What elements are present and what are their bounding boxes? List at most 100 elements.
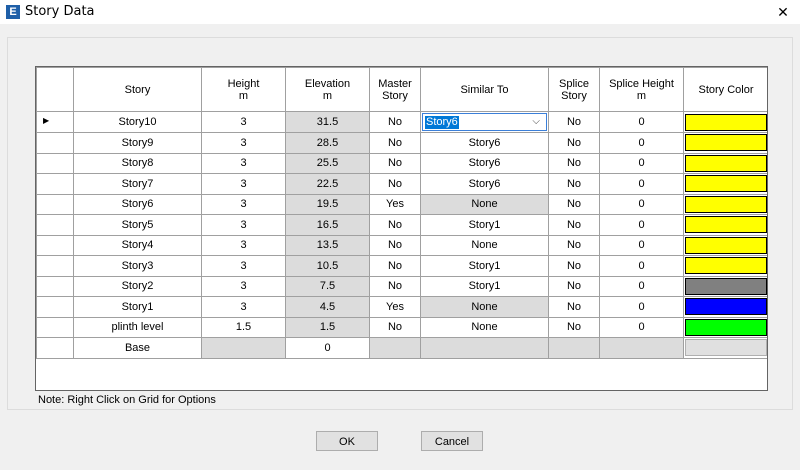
cell-similar[interactable]: None bbox=[420, 234, 549, 256]
cell-story-color[interactable] bbox=[683, 132, 767, 154]
cell-splice-height[interactable] bbox=[599, 337, 684, 359]
cell-splice[interactable]: No bbox=[548, 296, 600, 318]
cell-elevation[interactable]: 31.5 bbox=[285, 111, 370, 133]
cell-splice-height[interactable]: 0 bbox=[599, 316, 684, 338]
cell-similar[interactable]: Story1 bbox=[420, 214, 549, 236]
row-selector[interactable] bbox=[36, 173, 74, 195]
cell-story-color[interactable] bbox=[683, 193, 767, 215]
cell-splice-height[interactable]: 0 bbox=[599, 111, 684, 133]
cell-master[interactable]: No bbox=[369, 234, 421, 256]
color-swatch[interactable] bbox=[685, 298, 767, 316]
table-row[interactable]: plinth level 1.5 1.5 No None No 0 bbox=[36, 316, 767, 338]
row-header-corner[interactable] bbox=[36, 67, 74, 112]
close-button[interactable]: ✕ bbox=[766, 0, 800, 24]
color-swatch[interactable] bbox=[685, 154, 767, 172]
cell-height[interactable]: 1.5 bbox=[201, 316, 286, 338]
cell-height[interactable]: 3 bbox=[201, 111, 286, 133]
cell-height[interactable] bbox=[201, 337, 286, 359]
cell-splice[interactable] bbox=[548, 337, 600, 359]
row-selector[interactable]: ▶ bbox=[36, 111, 74, 133]
column-header[interactable]: Elevation m bbox=[285, 67, 370, 112]
cell-splice-height[interactable]: 0 bbox=[599, 275, 684, 297]
cell-splice[interactable]: No bbox=[548, 152, 600, 174]
cell-master[interactable]: No bbox=[369, 255, 421, 277]
cell-story-color[interactable] bbox=[683, 337, 767, 359]
cell-story-color[interactable] bbox=[683, 296, 767, 318]
cell-story-color[interactable] bbox=[683, 173, 767, 195]
cell-story-color[interactable] bbox=[683, 234, 767, 256]
table-row[interactable]: Story5 3 16.5 No Story1 No 0 bbox=[36, 214, 767, 236]
color-swatch[interactable] bbox=[685, 175, 767, 193]
cell-height[interactable]: 3 bbox=[201, 152, 286, 174]
cell-height[interactable]: 3 bbox=[201, 255, 286, 277]
row-selector[interactable] bbox=[36, 255, 74, 277]
similar-to-dropdown[interactable]: Story6 ⌵ bbox=[420, 111, 549, 133]
row-selector[interactable] bbox=[36, 234, 74, 256]
ok-button[interactable]: OK bbox=[316, 431, 378, 451]
cell-master[interactable]: Yes bbox=[369, 296, 421, 318]
table-row[interactable]: ▶ Story10 3 31.5 No Story6 ⌵ No 0 bbox=[36, 111, 767, 133]
chevron-down-icon[interactable]: ⌵ bbox=[532, 114, 540, 130]
cell-story[interactable]: plinth level bbox=[73, 316, 202, 338]
cell-story[interactable]: Story3 bbox=[73, 255, 202, 277]
cell-splice-height[interactable]: 0 bbox=[599, 214, 684, 236]
color-swatch[interactable] bbox=[685, 236, 767, 254]
cell-similar[interactable] bbox=[420, 337, 549, 359]
cell-similar[interactable]: Story6 bbox=[420, 152, 549, 174]
cell-height[interactable]: 3 bbox=[201, 275, 286, 297]
table-row[interactable]: Story4 3 13.5 No None No 0 bbox=[36, 234, 767, 256]
cell-height[interactable]: 3 bbox=[201, 132, 286, 154]
row-selector[interactable] bbox=[36, 316, 74, 338]
cell-story[interactable]: Story8 bbox=[73, 152, 202, 174]
cell-master[interactable] bbox=[369, 337, 421, 359]
color-swatch[interactable] bbox=[685, 318, 767, 336]
cell-splice[interactable]: No bbox=[548, 234, 600, 256]
cell-elevation[interactable]: 7.5 bbox=[285, 275, 370, 297]
cell-height[interactable]: 3 bbox=[201, 173, 286, 195]
cell-similar[interactable]: Story6 bbox=[420, 173, 549, 195]
cell-master[interactable]: No bbox=[369, 173, 421, 195]
cell-splice[interactable]: No bbox=[548, 214, 600, 236]
cell-story[interactable]: Story10 bbox=[73, 111, 202, 133]
cell-splice[interactable]: No bbox=[548, 316, 600, 338]
column-header[interactable]: Story Color bbox=[683, 67, 767, 112]
cell-splice-height[interactable]: 0 bbox=[599, 193, 684, 215]
cell-story-color[interactable] bbox=[683, 255, 767, 277]
cell-splice[interactable]: No bbox=[548, 193, 600, 215]
cell-story[interactable]: Story9 bbox=[73, 132, 202, 154]
color-swatch[interactable] bbox=[685, 257, 767, 275]
similar-to-select[interactable]: Story6 ⌵ bbox=[422, 113, 547, 131]
cell-master[interactable]: No bbox=[369, 152, 421, 174]
cell-splice-height[interactable]: 0 bbox=[599, 152, 684, 174]
cell-splice-height[interactable]: 0 bbox=[599, 234, 684, 256]
color-swatch[interactable] bbox=[685, 113, 767, 131]
cell-splice[interactable]: No bbox=[548, 173, 600, 195]
table-row[interactable]: Base 0 bbox=[36, 337, 767, 359]
cell-story-color[interactable] bbox=[683, 275, 767, 297]
table-row[interactable]: Story6 3 19.5 Yes None No 0 bbox=[36, 193, 767, 215]
row-selector[interactable] bbox=[36, 132, 74, 154]
cell-story[interactable]: Story2 bbox=[73, 275, 202, 297]
row-selector[interactable] bbox=[36, 296, 74, 318]
table-row[interactable]: Story9 3 28.5 No Story6 No 0 bbox=[36, 132, 767, 154]
column-header[interactable]: Similar To bbox=[420, 67, 549, 112]
cell-master[interactable]: No bbox=[369, 111, 421, 133]
cell-similar[interactable]: Story1 bbox=[420, 255, 549, 277]
cell-master[interactable]: No bbox=[369, 214, 421, 236]
color-swatch[interactable] bbox=[685, 277, 767, 295]
cell-splice-height[interactable]: 0 bbox=[599, 132, 684, 154]
cell-similar[interactable]: Story6 bbox=[420, 132, 549, 154]
cell-height[interactable]: 3 bbox=[201, 296, 286, 318]
cell-story[interactable]: Story1 bbox=[73, 296, 202, 318]
cell-story[interactable]: Story6 bbox=[73, 193, 202, 215]
cell-splice[interactable]: No bbox=[548, 275, 600, 297]
cell-story-color[interactable] bbox=[683, 152, 767, 174]
table-row[interactable]: Story1 3 4.5 Yes None No 0 bbox=[36, 296, 767, 318]
cell-story[interactable]: Story7 bbox=[73, 173, 202, 195]
column-header[interactable]: Master Story bbox=[369, 67, 421, 112]
cell-height[interactable]: 3 bbox=[201, 193, 286, 215]
row-selector[interactable] bbox=[36, 152, 74, 174]
cell-master[interactable]: No bbox=[369, 275, 421, 297]
cell-story-color[interactable] bbox=[683, 111, 767, 133]
cell-master[interactable]: No bbox=[369, 316, 421, 338]
